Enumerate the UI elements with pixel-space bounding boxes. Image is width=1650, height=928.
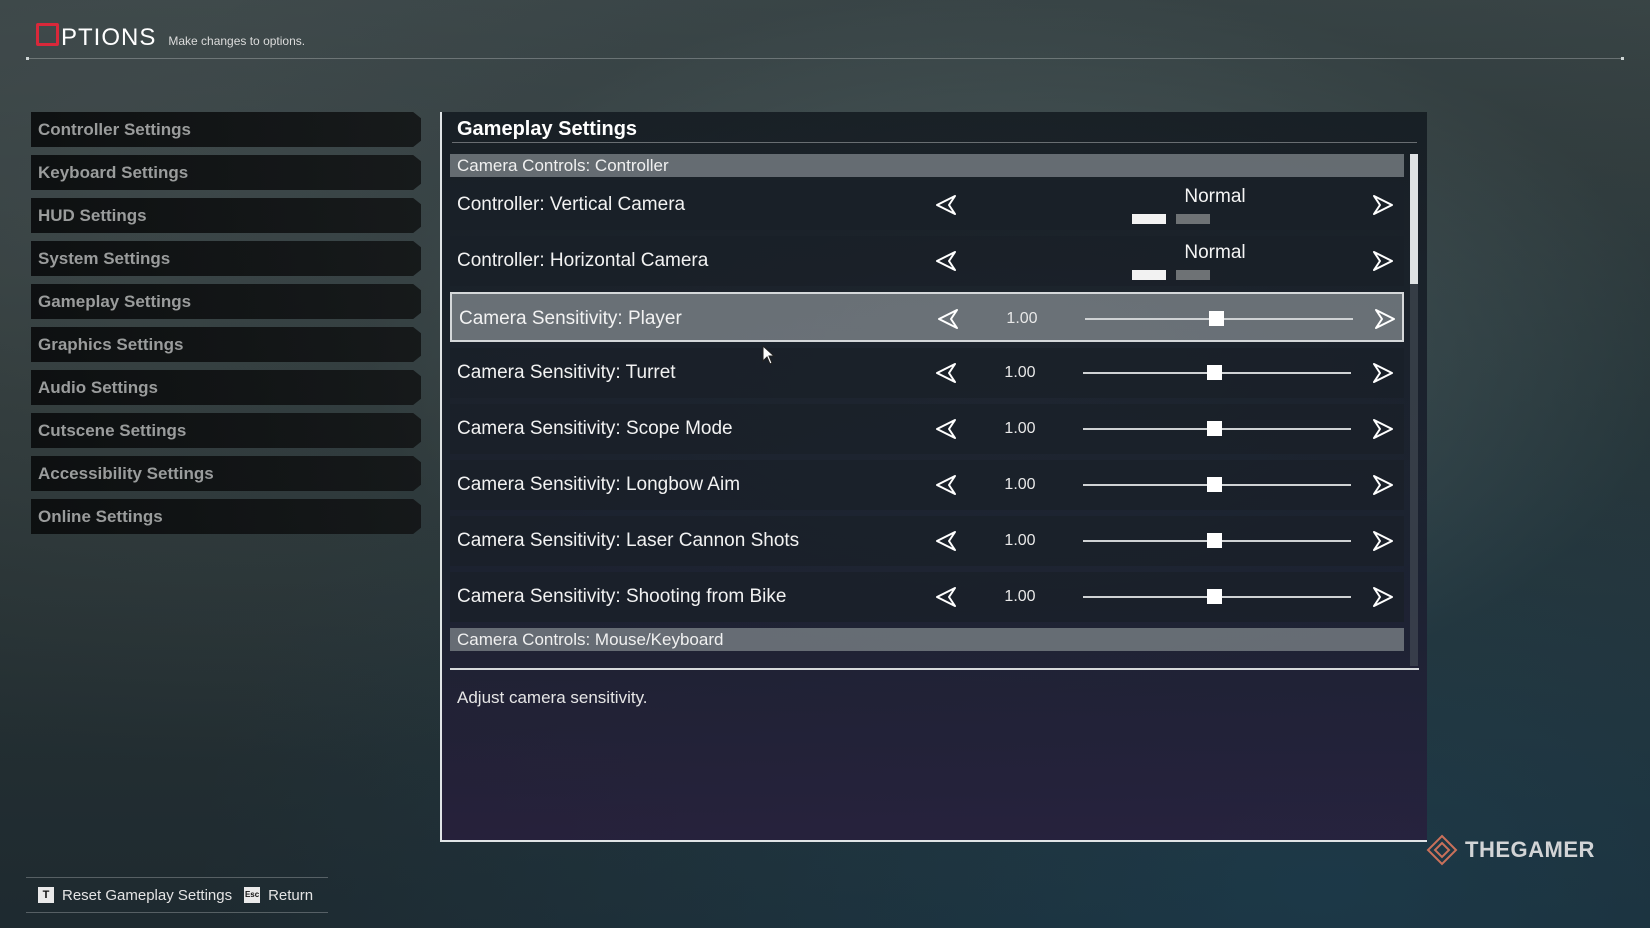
description-divider (450, 668, 1419, 670)
sidebar-item-label: Controller Settings (38, 119, 192, 139)
slider-value: 1.00 (1004, 476, 1036, 493)
panel-title: Gameplay Settings (457, 118, 638, 140)
slider-value: 1.00 (1004, 420, 1036, 437)
sidebar-item-keyboard[interactable]: Keyboard Settings (31, 155, 421, 190)
sidebar-item-label: Keyboard Settings (38, 162, 189, 182)
sidebar-item-audio[interactable]: Audio Settings (31, 370, 421, 405)
section-header-mouse-keyboard: Camera Controls: Mouse/Keyboard (450, 628, 1404, 651)
option-indicator-inactive (1176, 214, 1210, 224)
arrow-left-icon[interactable] (935, 418, 957, 440)
corner-dot (26, 57, 29, 60)
setting-row-sensitivity-longbow[interactable]: Camera Sensitivity: Longbow Aim 1.00 (450, 460, 1404, 510)
option-value: Normal (1184, 186, 1246, 207)
options-logo-icon (36, 23, 59, 46)
sidebar-item-label: Cutscene Settings (38, 420, 187, 440)
mouse-cursor-icon (762, 345, 776, 365)
setting-row-vertical-camera[interactable]: Controller: Vertical Camera Normal (450, 180, 1404, 230)
sidebar-item-label: System Settings (38, 248, 171, 268)
settings-panel: Gameplay Settings Camera Controls: Contr… (440, 112, 1427, 842)
setting-label: Camera Sensitivity: Shooting from Bike (457, 586, 787, 607)
arrow-right-icon[interactable] (1372, 250, 1394, 272)
setting-row-sensitivity-player[interactable]: Camera Sensitivity: Player 1.00 (450, 292, 1404, 342)
arrow-right-icon[interactable] (1372, 530, 1394, 552)
sidebar-item-online[interactable]: Online Settings (31, 499, 421, 534)
slider-value: 1.00 (1004, 588, 1036, 605)
setting-row-sensitivity-turret[interactable]: Camera Sensitivity: Turret 1.00 (450, 348, 1404, 398)
key-t-icon: T (38, 887, 54, 903)
sidebar-item-label: Gameplay Settings (38, 291, 192, 311)
setting-label: Camera Sensitivity: Turret (457, 362, 676, 383)
top-bar: PTIONS Make changes to options. (26, 22, 1624, 60)
arrow-right-icon[interactable] (1372, 362, 1394, 384)
page-title: PTIONS (61, 24, 157, 51)
arrow-left-icon[interactable] (935, 530, 957, 552)
sidebar-item-label: Graphics Settings (38, 334, 184, 354)
watermark: THEGAMER (1425, 833, 1595, 867)
arrow-left-icon[interactable] (935, 362, 957, 384)
option-indicator-active (1132, 270, 1166, 280)
sidebar-item-cutscene[interactable]: Cutscene Settings (31, 413, 421, 448)
setting-row-sensitivity-laser-cannon[interactable]: Camera Sensitivity: Laser Cannon Shots 1… (450, 516, 1404, 566)
sidebar-item-graphics[interactable]: Graphics Settings (31, 327, 421, 362)
slider-handle[interactable] (1207, 533, 1223, 548)
slider-value: 1.00 (1004, 532, 1036, 549)
arrow-right-icon[interactable] (1372, 418, 1394, 440)
option-value: Normal (1184, 242, 1246, 263)
slider-handle[interactable] (1207, 589, 1223, 604)
arrow-right-icon[interactable] (1374, 308, 1396, 330)
slider-value: 1.00 (1006, 310, 1038, 327)
sidebar-item-label: Audio Settings (38, 377, 158, 397)
arrow-right-icon[interactable] (1372, 474, 1394, 496)
sidebar-item-system[interactable]: System Settings (31, 241, 421, 276)
arrow-left-icon[interactable] (937, 308, 959, 330)
footer-bar: T Reset Gameplay Settings Esc Return (26, 877, 328, 913)
watermark-text: THEGAMER (1465, 837, 1595, 862)
slider-handle[interactable] (1207, 365, 1223, 380)
setting-row-sensitivity-scope[interactable]: Camera Sensitivity: Scope Mode 1.00 (450, 404, 1404, 454)
thegamer-logo-icon (1426, 834, 1458, 866)
key-esc-icon: Esc (244, 887, 261, 903)
sidebar-item-controller[interactable]: Controller Settings (31, 112, 421, 147)
sidebar-item-label: HUD Settings (38, 205, 147, 225)
arrow-left-icon[interactable] (935, 586, 957, 608)
settings-sidebar: Controller Settings Keyboard Settings HU… (31, 112, 421, 542)
arrow-left-icon[interactable] (935, 474, 957, 496)
reset-settings-button[interactable]: Reset Gameplay Settings (62, 887, 232, 904)
setting-label: Controller: Horizontal Camera (457, 250, 709, 271)
sidebar-item-label: Accessibility Settings (38, 463, 214, 483)
setting-label: Camera Sensitivity: Laser Cannon Shots (457, 530, 800, 551)
sidebar-item-hud[interactable]: HUD Settings (31, 198, 421, 233)
sidebar-item-gameplay[interactable]: Gameplay Settings (31, 284, 421, 319)
arrow-right-icon[interactable] (1372, 194, 1394, 216)
arrow-right-icon[interactable] (1372, 586, 1394, 608)
section-header-controller: Camera Controls: Controller (450, 154, 1404, 177)
setting-label: Camera Sensitivity: Scope Mode (457, 418, 733, 439)
slider-handle[interactable] (1209, 311, 1225, 326)
setting-row-horizontal-camera[interactable]: Controller: Horizontal Camera Normal (450, 236, 1404, 286)
divider (452, 142, 1417, 143)
setting-label: Camera Sensitivity: Longbow Aim (457, 474, 741, 495)
setting-row-sensitivity-bike[interactable]: Camera Sensitivity: Shooting from Bike 1… (450, 572, 1404, 622)
sidebar-item-accessibility[interactable]: Accessibility Settings (31, 456, 421, 491)
setting-description: Adjust camera sensitivity. (457, 688, 648, 707)
scrollbar-thumb[interactable] (1410, 154, 1418, 284)
return-button[interactable]: Return (268, 887, 313, 904)
slider-handle[interactable] (1207, 421, 1223, 436)
option-indicator-inactive (1176, 270, 1210, 280)
slider-value: 1.00 (1004, 364, 1036, 381)
arrow-left-icon[interactable] (935, 250, 957, 272)
setting-label: Camera Sensitivity: Player (459, 308, 682, 329)
corner-dot (1621, 57, 1624, 60)
sidebar-item-label: Online Settings (38, 506, 163, 526)
arrow-left-icon[interactable] (935, 194, 957, 216)
slider-handle[interactable] (1207, 477, 1223, 492)
title-group: PTIONS Make changes to options. (36, 23, 306, 51)
page-subtitle: Make changes to options. (168, 34, 306, 48)
option-indicator-active (1132, 214, 1166, 224)
setting-label: Controller: Vertical Camera (457, 194, 686, 215)
